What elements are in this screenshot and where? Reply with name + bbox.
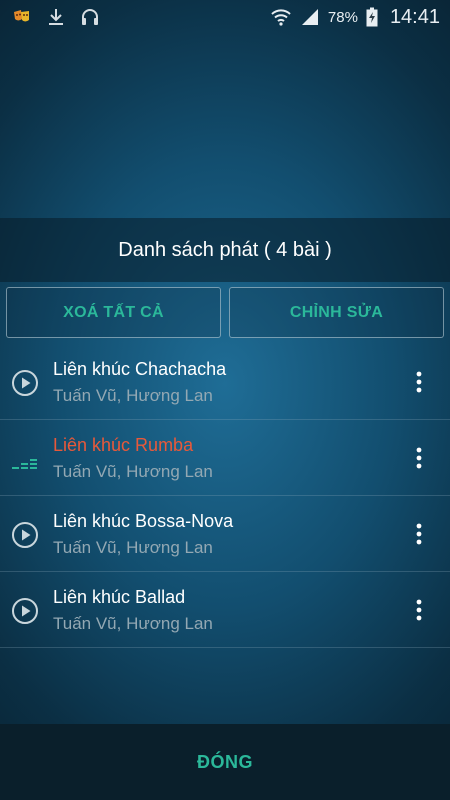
clear-all-button[interactable]: XOÁ TẤT CẢ [6, 287, 221, 338]
status-bar: 78% 14:41 [0, 0, 450, 34]
track-artist: Tuấn Vũ, Hương Lan [53, 462, 213, 481]
status-bar-left [12, 7, 100, 27]
close-button[interactable]: ĐÓNG [167, 742, 283, 783]
bottom-bar: ĐÓNG [0, 724, 450, 800]
track-artist: Tuấn Vũ, Hương Lan [53, 614, 213, 633]
track-artist: Tuấn Vũ, Hương Lan [53, 538, 213, 557]
more-options-icon[interactable] [408, 520, 430, 548]
battery-percentage: 78% [327, 8, 358, 26]
now-playing-equalizer-icon [12, 459, 37, 469]
track-title: Liên khúc Chachacha [53, 359, 227, 379]
track-title: Liên khúc Bossa-Nova [53, 511, 234, 531]
track-row[interactable]: Liên khúc Ballad Tuấn Vũ, Hương Lan [0, 572, 450, 648]
playlist-title: Danh sách phát ( 4 bài ) [118, 238, 332, 261]
playlist-header: Danh sách phát ( 4 bài ) [0, 218, 450, 282]
app-notification-icon [14, 10, 29, 22]
battery-charging-icon [366, 7, 378, 27]
edit-button[interactable]: CHỈNH SỬA [229, 287, 444, 338]
track-row[interactable]: Liên khúc Chachacha Tuấn Vũ, Hương Lan [0, 344, 450, 420]
headphones-icon [82, 9, 98, 25]
signal-icon [301, 9, 318, 25]
more-options-icon[interactable] [408, 444, 430, 472]
track-row[interactable]: Liên khúc Bossa-Nova Tuấn Vũ, Hương Lan [0, 496, 450, 572]
playlist-actions: XOÁ TẤT CẢ CHỈNH SỬA [6, 287, 444, 339]
status-bar-right: 78% 14:41 [270, 6, 440, 29]
wifi-icon [271, 9, 291, 26]
more-options-icon[interactable] [408, 368, 430, 396]
track-title: Liên khúc Ballad [53, 587, 186, 607]
track-row-now-playing[interactable]: Liên khúc Rumba Tuấn Vũ, Hương Lan [0, 420, 450, 496]
download-icon [49, 9, 63, 25]
status-clock: 14:41 [389, 5, 440, 28]
more-options-icon[interactable] [408, 596, 430, 624]
track-title: Liên khúc Rumba [53, 435, 194, 455]
play-icon[interactable] [11, 369, 39, 397]
track-list: Liên khúc Chachacha Tuấn Vũ, Hương Lan L… [0, 344, 450, 648]
track-artist: Tuấn Vũ, Hương Lan [53, 386, 213, 405]
play-icon[interactable] [11, 521, 39, 549]
play-icon[interactable] [11, 597, 39, 625]
